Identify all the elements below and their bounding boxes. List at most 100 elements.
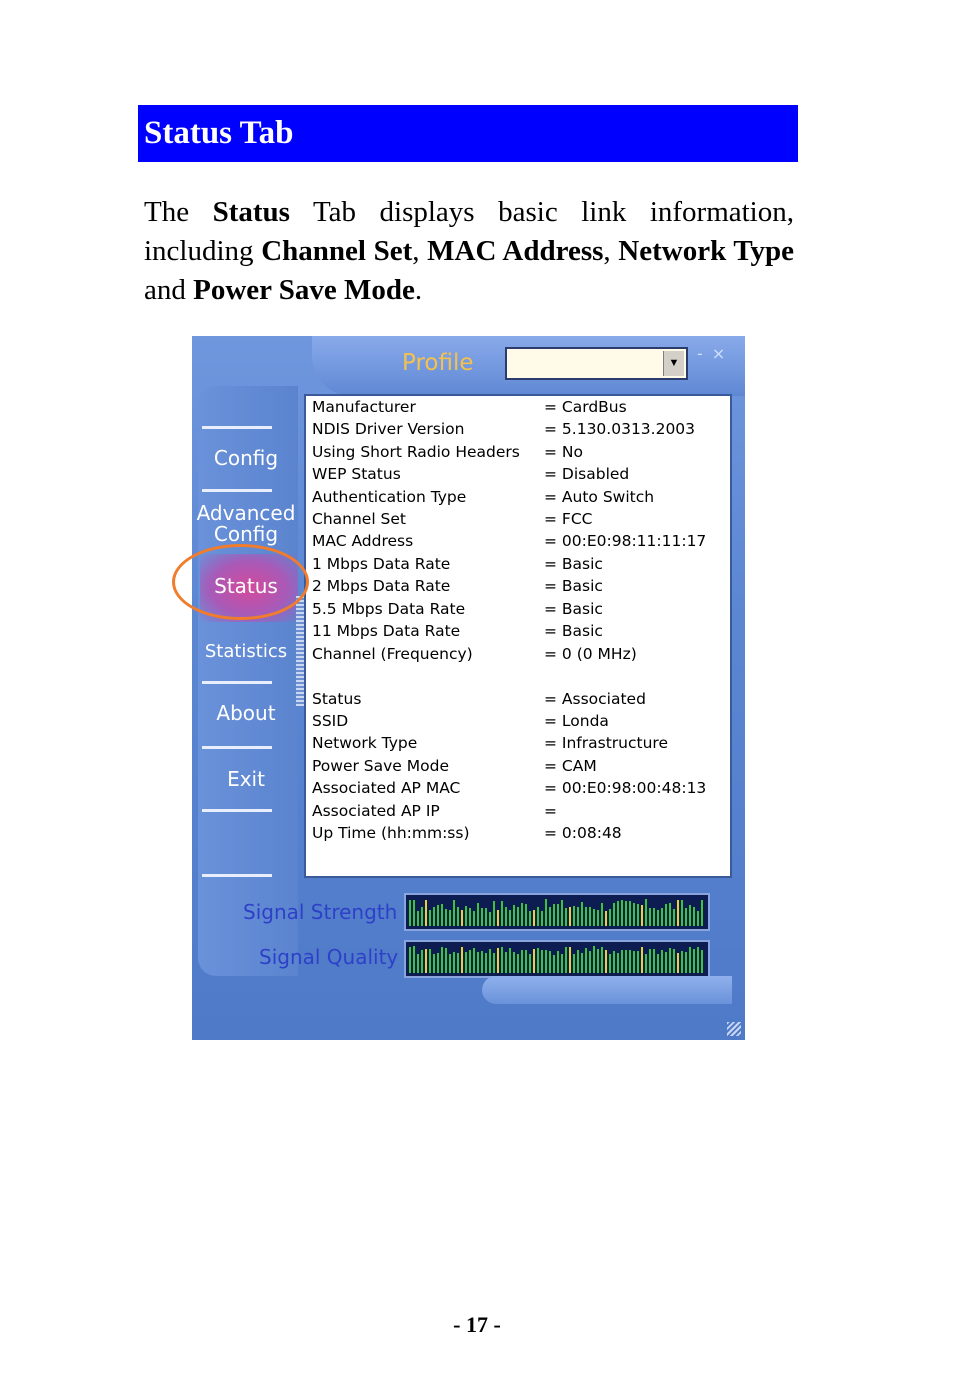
meter-bar xyxy=(649,949,651,973)
meter-bar xyxy=(653,908,655,926)
meter-bar xyxy=(641,905,643,926)
meter-bar xyxy=(421,907,423,926)
meter-bar xyxy=(517,907,519,926)
bottom-bar xyxy=(482,976,732,1004)
info-value: = 0:08:48 xyxy=(544,824,622,842)
meter-bar xyxy=(585,907,587,926)
meter-bar xyxy=(433,907,435,926)
meter-bar xyxy=(429,910,431,926)
meter-bar xyxy=(557,904,559,926)
info-value: = Associated xyxy=(544,690,646,708)
meter-bar xyxy=(601,947,603,973)
info-label: 2 Mbps Data Rate xyxy=(312,577,451,595)
info-row: WEP Status = Disabled xyxy=(312,465,629,483)
nav-advanced-config[interactable]: Advanced Config xyxy=(192,503,300,545)
info-row: NDIS Driver Version = 5.130.0313.2003 xyxy=(312,420,695,438)
meter-bar xyxy=(625,950,627,973)
meter-bar xyxy=(493,953,495,973)
meter-bar xyxy=(657,954,659,973)
meter-bar xyxy=(593,909,595,926)
info-value: = 00:E0:98:00:48:13 xyxy=(544,779,707,797)
meter-bar xyxy=(481,951,483,973)
meter-bar xyxy=(685,952,687,973)
meter-bar xyxy=(421,950,423,973)
info-value: = 5.130.0313.2003 xyxy=(544,420,696,438)
meter-bar xyxy=(573,954,575,973)
profile-label: Profile xyxy=(402,350,474,376)
meter-bar xyxy=(461,910,463,926)
nav-config[interactable]: Config xyxy=(192,448,300,469)
meter-bar xyxy=(477,903,479,926)
meter-bar xyxy=(681,951,683,973)
utility-window-screenshot: Profile ▼ - × Config Advanced Config Sta… xyxy=(192,336,745,1040)
meter-bar xyxy=(617,901,619,926)
meter-bar xyxy=(541,950,543,973)
meter-bar xyxy=(601,903,603,926)
meter-bar xyxy=(549,951,551,973)
nav-statistics[interactable]: Statistics xyxy=(192,641,300,662)
meter-bar xyxy=(545,899,547,926)
meter-bar xyxy=(561,900,563,926)
meter-bar xyxy=(669,903,671,926)
meter-bar xyxy=(489,912,491,926)
info-label: Associated AP IP xyxy=(312,802,440,820)
info-label: MAC Address xyxy=(312,532,414,550)
info-row: Network Type = Infrastructure xyxy=(312,734,668,752)
nav-separator xyxy=(202,426,272,429)
meter-bar xyxy=(553,904,555,926)
meter-bar xyxy=(693,907,695,926)
meter-bar xyxy=(593,946,595,973)
info-label: SSID xyxy=(312,712,349,730)
info-value: = Basic xyxy=(544,622,603,640)
meter-bar xyxy=(481,908,483,926)
meter-bar xyxy=(445,909,447,926)
meter-bar xyxy=(489,949,491,973)
nav-separator xyxy=(202,681,272,684)
meter-bar xyxy=(437,905,439,926)
meter-bar xyxy=(613,951,615,973)
intro-bold-mac-address: MAC Address xyxy=(427,235,604,267)
meter-bar xyxy=(645,954,647,973)
meter-bar xyxy=(541,911,543,926)
meter-bar xyxy=(645,899,647,926)
info-row: MAC Address = 00:E0:98:11:11:17 xyxy=(312,532,706,550)
info-label: Authentication Type xyxy=(312,488,467,506)
meter-bar xyxy=(649,908,651,926)
signal-quality-meter xyxy=(404,940,710,978)
meter-bar xyxy=(425,900,427,926)
info-value: = Auto Switch xyxy=(544,488,655,506)
meter-bar xyxy=(425,949,427,973)
meter-bar xyxy=(693,949,695,973)
intro-text: . xyxy=(414,274,423,306)
meter-bar xyxy=(413,946,415,973)
meter-bar xyxy=(557,951,559,973)
profile-select[interactable]: ▼ xyxy=(505,347,688,380)
dropdown-arrow-icon[interactable]: ▼ xyxy=(663,351,684,376)
info-value: = Disabled xyxy=(544,465,630,483)
meter-bar xyxy=(577,950,579,973)
meter-bar xyxy=(641,947,643,973)
meter-bar xyxy=(461,947,463,973)
nav-about[interactable]: About xyxy=(192,703,300,724)
resize-grip-icon[interactable] xyxy=(727,1022,741,1036)
info-label: Status xyxy=(312,690,362,708)
nav-exit[interactable]: Exit xyxy=(192,769,300,790)
meter-bar xyxy=(625,901,627,926)
info-value: = Londa xyxy=(544,712,609,730)
meter-bar xyxy=(529,954,531,973)
meter-bar xyxy=(677,953,679,973)
meter-bar xyxy=(569,947,571,973)
meter-bar xyxy=(501,901,503,926)
meter-bar xyxy=(661,950,663,973)
info-row: Up Time (hh:mm:ss) = 0:08:48 xyxy=(312,824,622,842)
meter-bar xyxy=(445,948,447,973)
meter-bar xyxy=(581,953,583,973)
meter-bar xyxy=(609,909,611,926)
meter-bar xyxy=(633,903,635,926)
info-value: = 0 (0 MHz) xyxy=(544,645,637,663)
window-controls[interactable]: - × xyxy=(697,344,727,363)
meter-bar xyxy=(417,954,419,973)
panel-drag-handle[interactable] xyxy=(296,596,304,706)
intro-text: The xyxy=(144,196,213,228)
meter-bar xyxy=(657,910,659,926)
